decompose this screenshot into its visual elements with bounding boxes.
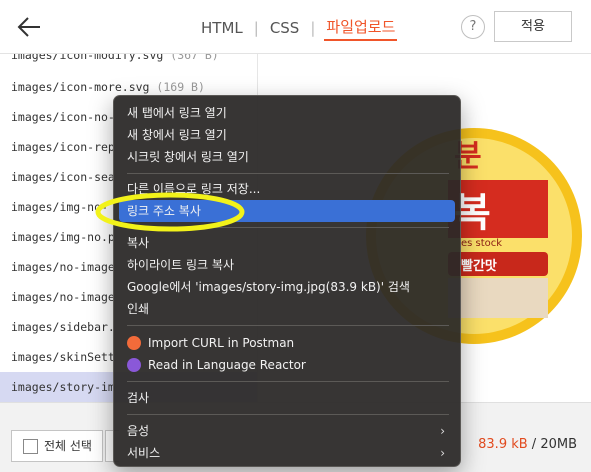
- menu-item-language-reactor[interactable]: Read in Language Reactor: [119, 354, 455, 376]
- menu-item-open-incognito[interactable]: 시크릿 창에서 링크 열기: [119, 146, 455, 168]
- menu-separator: [127, 325, 449, 326]
- menu-item-import-curl-postman[interactable]: Import CURL in Postman: [119, 332, 455, 354]
- file-size: (169 B): [156, 80, 205, 94]
- menu-item-label: Import CURL in Postman: [148, 336, 295, 350]
- chevron-right-icon: ›: [440, 446, 445, 460]
- menu-item-copy[interactable]: 복사: [119, 232, 455, 254]
- menu-separator: [127, 227, 449, 228]
- tab-css[interactable]: CSS: [268, 19, 302, 37]
- menu-item-label: Read in Language Reactor: [148, 358, 306, 372]
- preview-text-badge: 빨간맛: [461, 258, 497, 274]
- file-name: images/sidebar.: [11, 320, 115, 334]
- menu-item-services[interactable]: 서비스 ›: [119, 442, 455, 464]
- tab-divider: |: [310, 19, 316, 37]
- file-name: images/no-image: [11, 290, 115, 304]
- menu-item-open-new-tab[interactable]: 새 탭에서 링크 열기: [119, 102, 455, 124]
- menu-item-print[interactable]: 인쇄: [119, 298, 455, 320]
- postman-icon: [127, 336, 141, 350]
- menu-item-copy-link-address[interactable]: 링크 주소 복사: [119, 200, 455, 222]
- menu-separator: [127, 173, 449, 174]
- select-all-checkbox[interactable]: [23, 439, 38, 454]
- file-row[interactable]: images/icon-modify.svg (367 B): [0, 54, 257, 70]
- menu-item-inspect[interactable]: 검사: [119, 387, 455, 409]
- tab-file-upload[interactable]: 파일업로드: [324, 16, 398, 41]
- menu-item-copy-highlight-link[interactable]: 하이라이트 링크 복사: [119, 254, 455, 276]
- menu-item-label: 음성: [127, 424, 150, 438]
- menu-item-search-google[interactable]: Google에서 'images/story-img.jpg(83.9 kB)'…: [119, 276, 455, 298]
- select-all-label: 전체 선택: [44, 439, 92, 453]
- menu-separator: [127, 414, 449, 415]
- menu-item-open-new-window[interactable]: 새 창에서 링크 열기: [119, 124, 455, 146]
- file-name: images/img-no-: [11, 200, 108, 214]
- storage-usage: 83.9 kB / 20MB: [478, 437, 577, 452]
- language-reactor-icon: [127, 358, 141, 372]
- file-name: images/icon-modify.svg: [11, 54, 164, 62]
- file-name: images/icon-sea: [11, 170, 115, 184]
- tab-html[interactable]: HTML: [199, 19, 245, 37]
- menu-item-save-link-as[interactable]: 다른 이름으로 링크 저장...: [119, 178, 455, 200]
- menu-item-speech[interactable]: 음성 ›: [119, 420, 455, 442]
- menu-separator: [127, 381, 449, 382]
- storage-total: / 20MB: [527, 437, 577, 452]
- arrow-left-icon: [17, 17, 40, 37]
- back-button[interactable]: [14, 12, 46, 42]
- storage-used: 83.9 kB: [478, 437, 528, 452]
- editor-tabs: HTML | CSS | 파일업로드: [199, 16, 398, 41]
- file-name: images/icon-no-: [11, 110, 115, 124]
- apply-button[interactable]: 적용: [494, 11, 572, 42]
- file-name: images/no-image: [11, 260, 115, 274]
- menu-item-label: 서비스: [127, 446, 161, 460]
- context-menu: 새 탭에서 링크 열기 새 창에서 링크 열기 시크릿 창에서 링크 열기 다른…: [113, 95, 461, 467]
- chevron-right-icon: ›: [440, 424, 445, 438]
- select-all-button[interactable]: 전체 선택: [11, 430, 103, 462]
- file-name: images/story-im: [11, 380, 115, 394]
- tab-divider: |: [253, 19, 259, 37]
- help-button[interactable]: ?: [461, 15, 485, 39]
- editor-header: HTML | CSS | 파일업로드 ? 적용: [0, 0, 591, 54]
- file-name: images/skinSett: [11, 350, 115, 364]
- preview-text-small: es stock: [461, 238, 502, 249]
- file-name: images/img-no.p: [11, 230, 115, 244]
- file-name: images/icon-rep: [11, 140, 115, 154]
- file-name: images/icon-more.svg: [11, 80, 150, 94]
- file-size: (367 B): [170, 54, 219, 62]
